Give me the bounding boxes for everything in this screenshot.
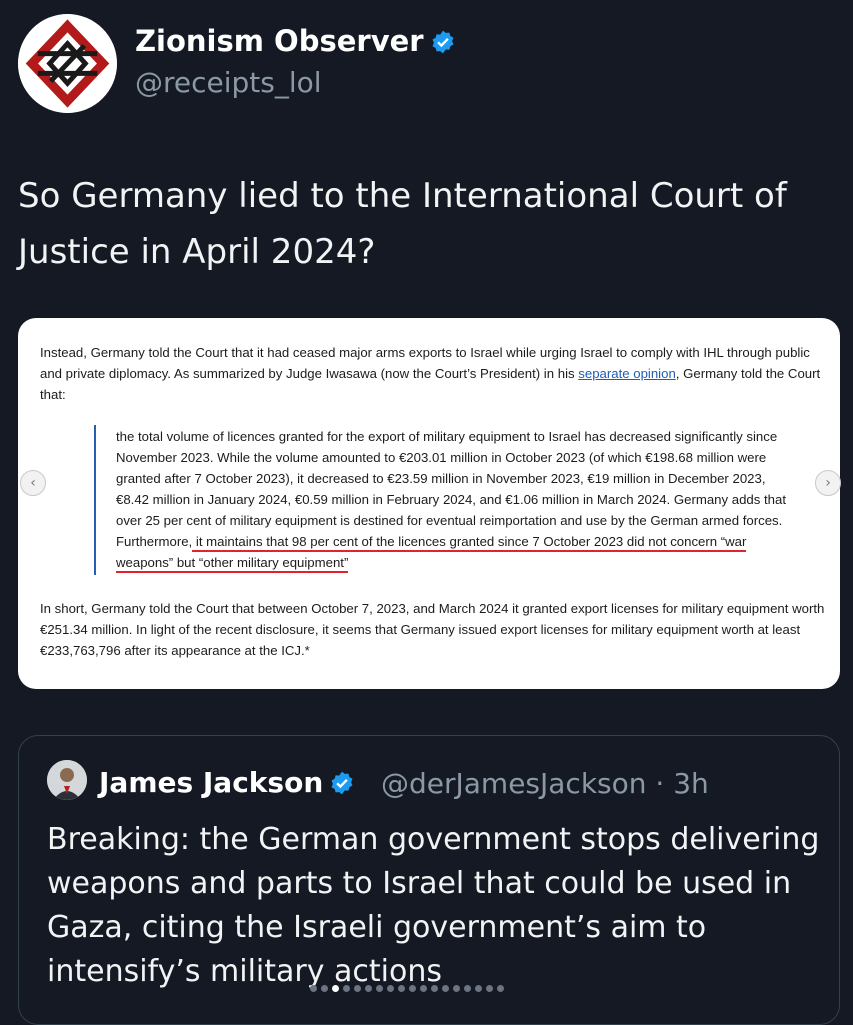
author-avatar[interactable]	[18, 14, 117, 113]
carousel-next-button[interactable]: ›	[815, 470, 841, 496]
author-handle[interactable]: @receipts_lol	[135, 66, 322, 99]
person-avatar-icon	[47, 760, 87, 800]
pagination-dot[interactable]	[464, 984, 471, 992]
highlighted-claim: it maintains that 98 per cent of the lic…	[116, 534, 747, 573]
pagination-dot[interactable]	[365, 984, 372, 992]
pagination-dot[interactable]	[420, 984, 427, 992]
chevron-right-icon: ›	[825, 475, 831, 491]
pagination-dot[interactable]	[332, 984, 339, 992]
pagination-dot[interactable]	[343, 984, 350, 992]
pagination-dot[interactable]	[453, 984, 460, 992]
verified-badge-icon	[430, 28, 456, 62]
attached-image-card[interactable]: Instead, Germany told the Court that it …	[18, 318, 840, 689]
quoted-handle-time[interactable]: @derJamesJackson · 3h	[381, 767, 709, 800]
pagination-dot[interactable]	[475, 984, 482, 992]
separate-opinion-link[interactable]: separate opinion	[578, 366, 676, 381]
document-paragraph-summary: In short, Germany told the Court that be…	[40, 601, 825, 658]
carousel-prev-button[interactable]: ‹	[20, 470, 46, 496]
document-paragraph-intro: Instead, Germany told the Court that it …	[40, 342, 830, 405]
pagination-dot[interactable]	[387, 984, 394, 992]
red-diamond-logo-icon	[18, 14, 117, 113]
pagination-dot[interactable]	[354, 984, 361, 992]
pagination-dot[interactable]	[321, 984, 328, 992]
pagination-dot[interactable]	[497, 984, 504, 992]
blockquote-text: the total volume of licences granted for…	[116, 429, 787, 549]
tweet-text: So Germany lied to the International Cou…	[18, 176, 787, 272]
quoted-name-text: James Jackson	[99, 766, 324, 799]
document-blockquote: the total volume of licences granted for…	[116, 426, 796, 573]
chevron-left-icon: ‹	[30, 475, 36, 491]
pagination-dot[interactable]	[310, 984, 317, 992]
carousel-pagination[interactable]	[310, 982, 550, 994]
pagination-dot[interactable]	[409, 984, 416, 992]
pagination-dot[interactable]	[442, 984, 449, 992]
verified-badge-icon	[329, 770, 355, 803]
blockquote-bar	[94, 425, 96, 575]
pagination-dot[interactable]	[486, 984, 493, 992]
author-display-name[interactable]: Zionism Observer	[135, 24, 456, 62]
quoted-author-name[interactable]: James Jackson	[99, 766, 355, 803]
quoted-tweet-text: Breaking: the German government stops de…	[47, 822, 820, 989]
author-name-text: Zionism Observer	[135, 24, 424, 58]
pagination-dot[interactable]	[376, 984, 383, 992]
quoted-author-avatar[interactable]	[47, 760, 87, 800]
pagination-dot[interactable]	[431, 984, 438, 992]
pagination-dot[interactable]	[398, 984, 405, 992]
